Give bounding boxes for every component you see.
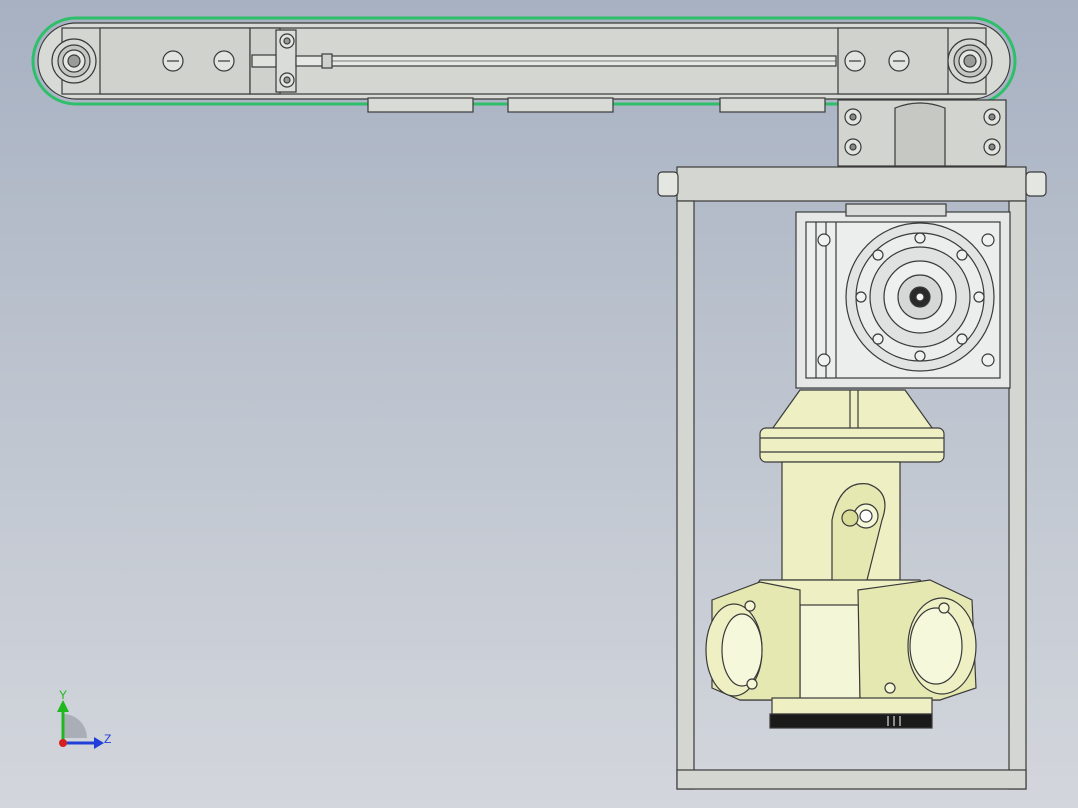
worm-gearbox[interactable]	[795, 203, 1011, 389]
slide-block	[367, 97, 474, 113]
slide-block	[507, 97, 614, 113]
left-motor-housing	[705, 581, 801, 701]
left-pulley	[51, 38, 97, 84]
axis-triad-icon: Y Z	[57, 688, 111, 749]
axle-left	[657, 171, 679, 197]
conveyor-belt-assembly[interactable]	[31, 16, 1017, 113]
right-motor-housing	[857, 579, 977, 701]
motor-flange-ring	[759, 427, 945, 463]
frame-bottom-bar	[676, 769, 1027, 790]
motor-base	[771, 697, 933, 715]
slide-block	[719, 97, 826, 113]
mount-bracket	[837, 99, 1007, 167]
frame-top-bar	[676, 166, 1027, 202]
triad-z-label: Z	[104, 732, 111, 746]
cad-viewport[interactable]: Y Z	[0, 0, 1078, 808]
triad-y-label: Y	[59, 688, 67, 702]
frame-right-post	[1008, 200, 1027, 790]
rod-end	[251, 54, 277, 68]
wheel-tire	[769, 713, 933, 729]
rod-nut	[321, 53, 333, 69]
drive-motor-wheel[interactable]	[705, 389, 977, 729]
right-pulley	[947, 38, 993, 84]
frame-left-post	[676, 200, 695, 790]
motor-adapter-cone	[768, 389, 937, 433]
axle-right	[1025, 171, 1047, 197]
